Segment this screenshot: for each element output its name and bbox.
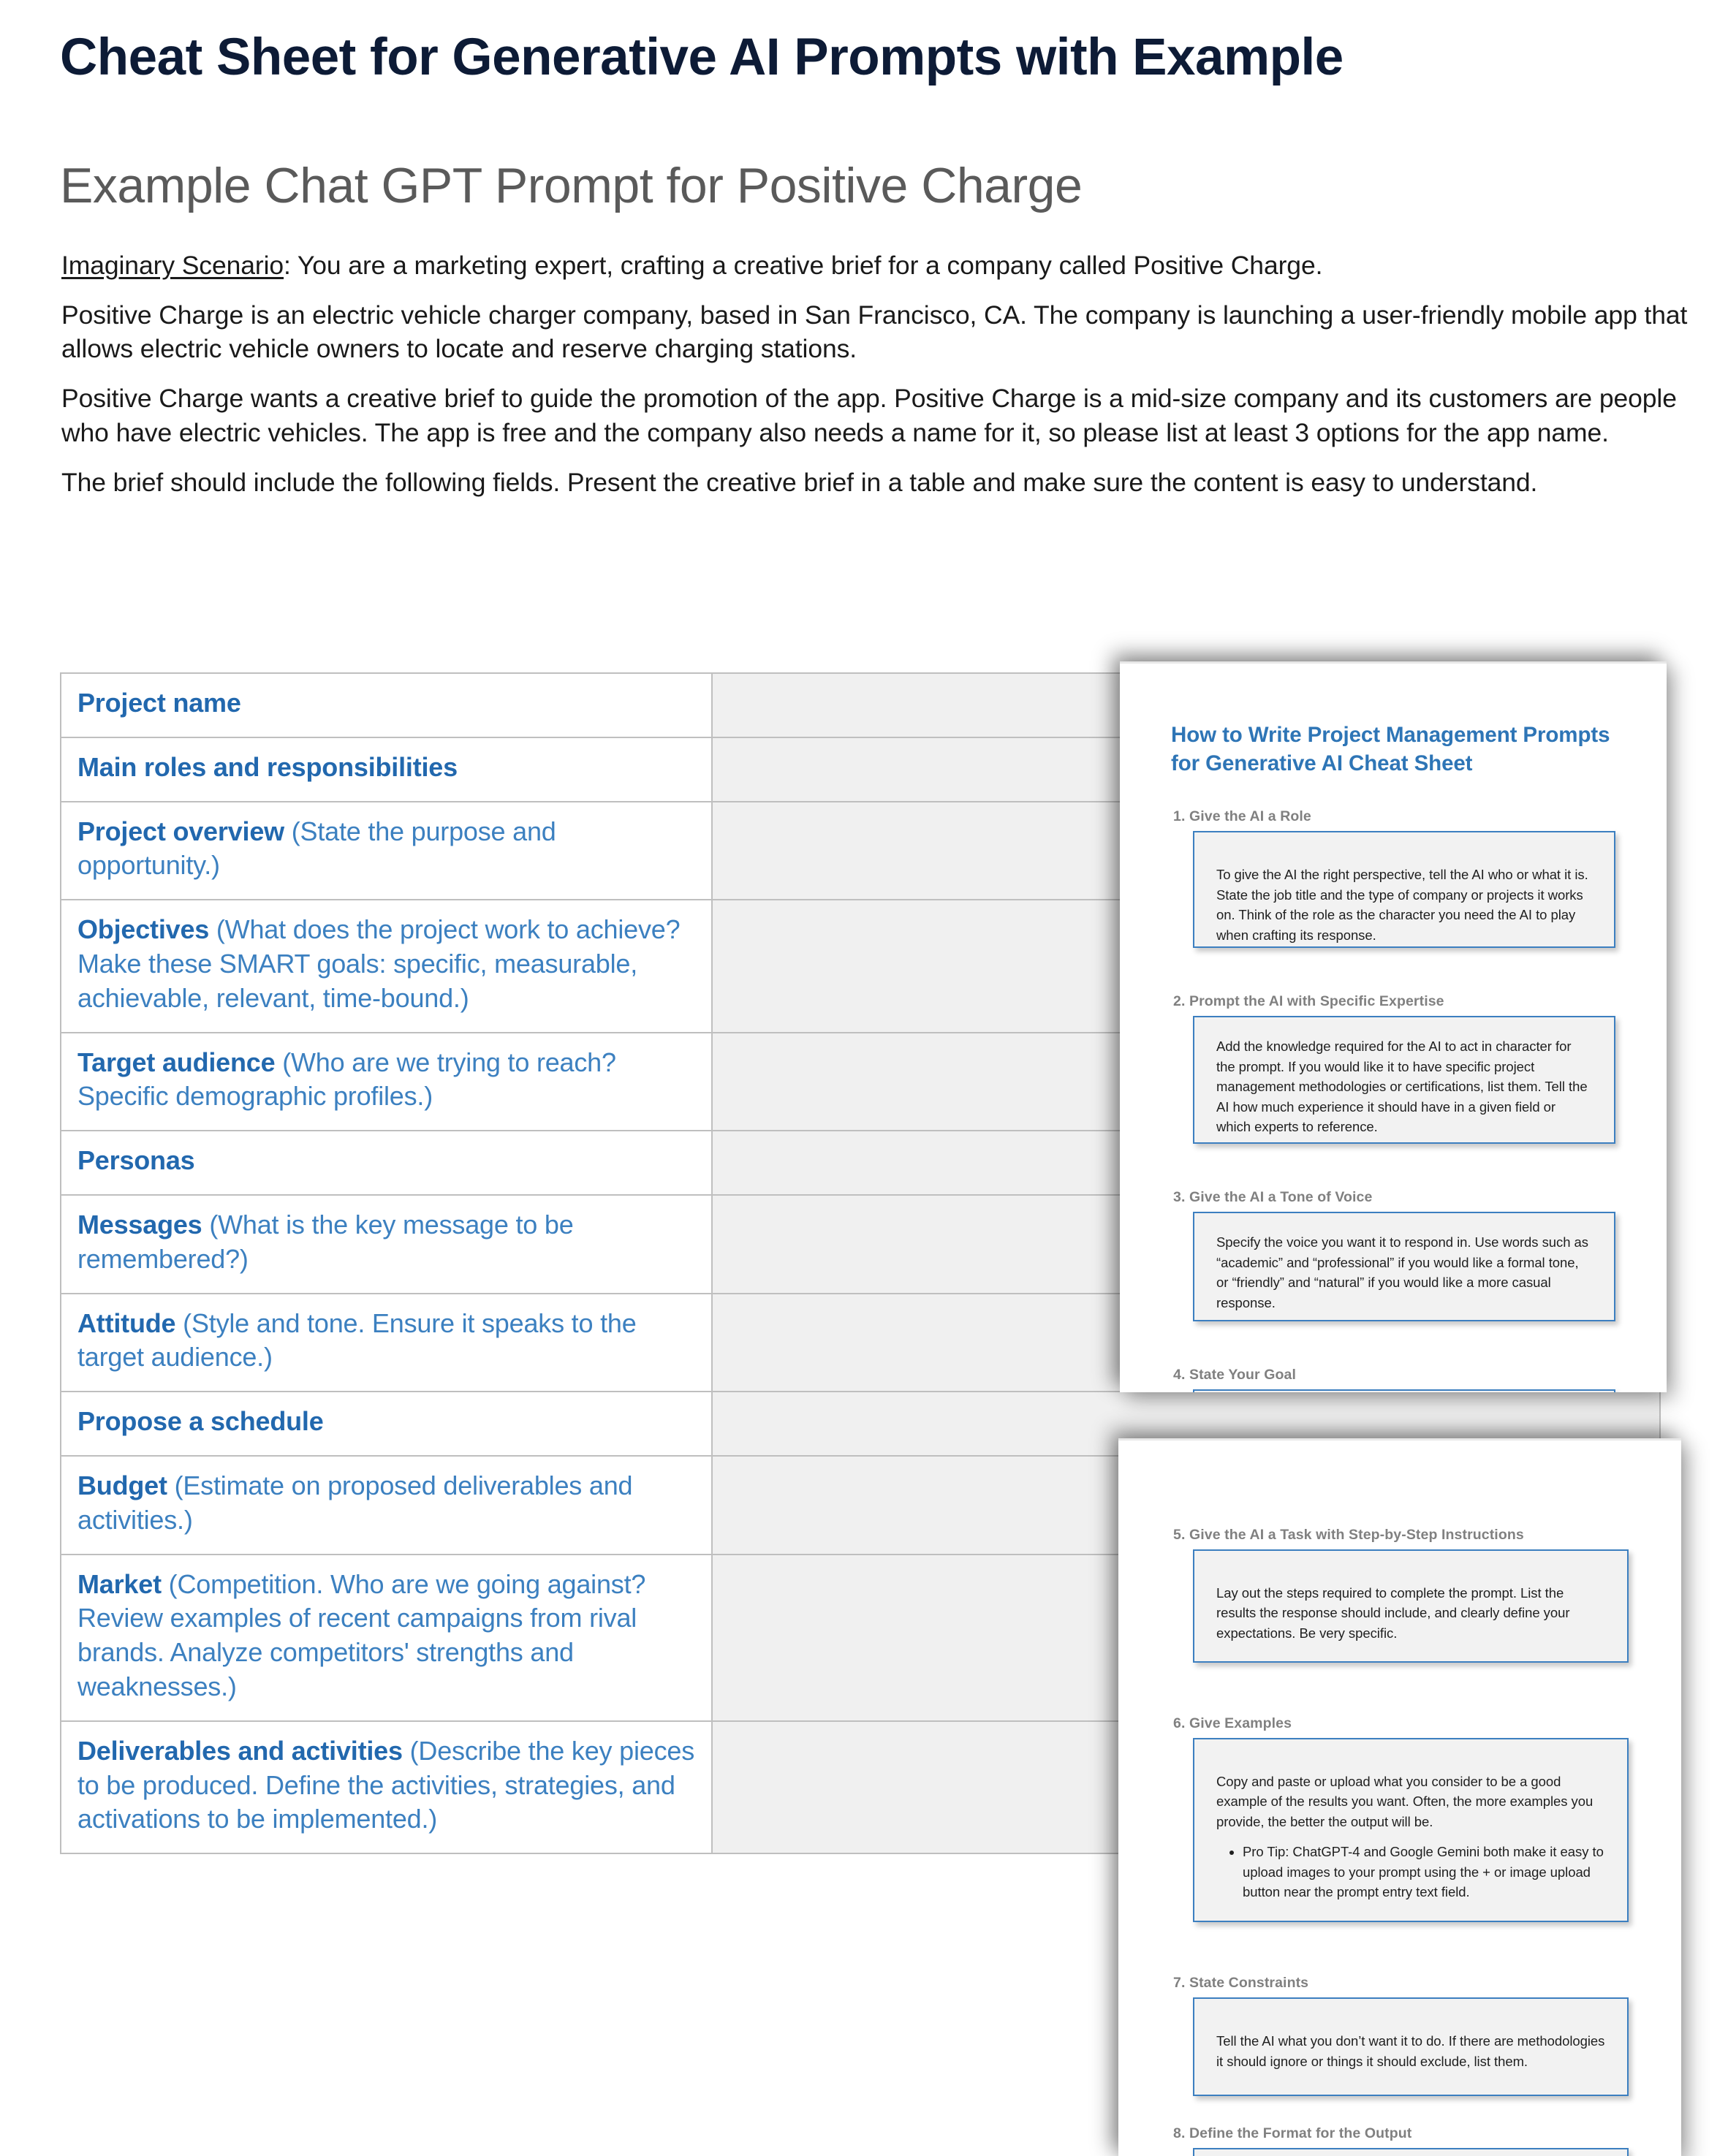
intro-section: Imaginary Scenario: You are a marketing … <box>61 248 1721 499</box>
prompt-step-heading: 8. Define the Format for the Output <box>1173 2125 1412 2142</box>
prompt-step-7: 7. State Constraints Tell the AI what yo… <box>1171 1975 1629 2097</box>
prompt-step-body: Add the knowledge required for the AI to… <box>1216 1039 1588 1134</box>
brief-field-name: Messages <box>77 1209 202 1240</box>
brief-field-label-cell: Project overview (State the purpose and … <box>60 800 713 901</box>
prompt-step-box: Provide very specific details about the … <box>1193 2148 1629 2156</box>
prompt-step-body: Copy and paste or upload what you consid… <box>1216 1774 1594 1829</box>
prompt-step-4: 4. State Your Goal State the ultimate go… <box>1171 1367 1615 1392</box>
brief-field: Propose a schedule <box>77 1405 695 1439</box>
brief-field-name: Objectives <box>77 914 210 945</box>
prompt-step-5: 5. Give the AI a Task with Step-by-Step … <box>1171 1527 1629 1663</box>
intro-paragraph-2: Positive Charge is an electric vehicle c… <box>61 300 1688 364</box>
cheat-sheet-card-two[interactable]: 5. Give the AI a Task with Step-by-Step … <box>1118 1438 1681 2156</box>
brief-field-name: Propose a schedule <box>77 1406 324 1437</box>
brief-field: Personas <box>77 1144 695 1178</box>
prompt-step-heading: 4. State Your Goal <box>1173 1367 1296 1383</box>
brief-field: Deliverables and activities (Describe th… <box>77 1734 695 1837</box>
brief-field-name: Project overview <box>77 816 284 846</box>
brief-field-name: Project name <box>77 688 241 718</box>
brief-field-name: Main roles and responsibilities <box>77 751 458 782</box>
brief-field-label-cell: Messages (What is the key message to be … <box>60 1193 713 1294</box>
prompt-step-box: Specify the voice you want it to respond… <box>1193 1212 1615 1322</box>
prompt-step-1: 1. Give the AI a Role To give the AI the… <box>1171 808 1615 949</box>
prompt-step-8: 8. Define the Format for the Output Prov… <box>1171 2125 1629 2156</box>
brief-field-label-cell: Personas <box>60 1130 713 1196</box>
prompt-step-body: To give the AI the right perspective, te… <box>1216 867 1588 943</box>
prompt-step-body: Tell the AI what you don’t want it to do… <box>1216 2033 1605 2069</box>
page-subtitle: Example Chat GPT Prompt for Positive Cha… <box>60 158 1083 213</box>
brief-field: Main roles and responsibilities <box>77 751 695 785</box>
brief-field-label-cell: Project name <box>60 672 713 738</box>
prompt-step-box: State the ultimate goal of the response.… <box>1193 1389 1615 1392</box>
cheat-sheet-page: Cheat Sheet for Generative AI Prompts wi… <box>0 0 1728 2156</box>
prompt-step-body: Specify the voice you want it to respond… <box>1216 1234 1588 1310</box>
prompt-step-2: 2. Prompt the AI with Specific Expertise… <box>1171 993 1615 1145</box>
brief-field-name: Budget <box>77 1470 167 1500</box>
brief-field-label-cell: Objectives (What does the project work t… <box>60 899 713 1033</box>
prompt-step-bullet-list: Pro Tip: ChatGPT-4 and Google Gemini bot… <box>1216 1842 1607 1902</box>
prompt-step-box: Copy and paste or upload what you consid… <box>1193 1738 1629 1923</box>
scenario-text: : You are a marketing expert, crafting a… <box>284 251 1323 280</box>
brief-field: Messages (What is the key message to be … <box>77 1208 695 1277</box>
prompt-step-heading: 3. Give the AI a Tone of Voice <box>1173 1189 1373 1206</box>
page-title: Cheat Sheet for Generative AI Prompts wi… <box>60 29 1344 86</box>
brief-field: Target audience (Who are we trying to re… <box>77 1046 695 1115</box>
brief-field: Budget (Estimate on proposed deliverable… <box>77 1469 695 1538</box>
prompt-step-heading: 1. Give the AI a Role <box>1173 808 1311 825</box>
brief-field-label-cell: Target audience (Who are we trying to re… <box>60 1031 713 1132</box>
brief-field-name: Deliverables and activities <box>77 1735 403 1766</box>
brief-field-name: Target audience <box>77 1047 276 1077</box>
cheat-sheet-card-one[interactable]: How to Write Project Management Prompts … <box>1120 661 1667 1392</box>
prompt-step-heading: 5. Give the AI a Task with Step-by-Step … <box>1173 1527 1524 1543</box>
brief-field-name: Personas <box>77 1145 195 1176</box>
intro-scenario-paragraph: Imaginary Scenario: You are a marketing … <box>61 248 1721 282</box>
brief-field-label-cell: Main roles and responsibilities <box>60 736 713 802</box>
prompt-step-heading: 7. State Constraints <box>1173 1975 1309 1992</box>
brief-field-label-cell: Attitude (Style and tone. Ensure it spea… <box>60 1292 713 1393</box>
brief-field: Market (Competition. Who are we going ag… <box>77 1568 695 1704</box>
prompt-step-6: 6. Give Examples Copy and paste or uploa… <box>1171 1715 1629 1923</box>
brief-field: Objectives (What does the project work t… <box>77 913 695 1015</box>
prompt-step-heading: 6. Give Examples <box>1173 1715 1292 1731</box>
prompt-step-3: 3. Give the AI a Tone of Voice Specify t… <box>1171 1189 1615 1322</box>
brief-field-name: Market <box>77 1568 162 1599</box>
scenario-label: Imaginary Scenario <box>61 251 284 280</box>
brief-field-label-cell: Propose a schedule <box>60 1391 713 1457</box>
brief-field-hint: (Competition. Who are we going against? … <box>77 1568 646 1701</box>
brief-field: Project overview (State the purpose and … <box>77 815 695 884</box>
brief-field-label-cell: Deliverables and activities (Describe th… <box>60 1720 713 1855</box>
prompt-step-box: To give the AI the right perspective, te… <box>1193 831 1615 949</box>
prompt-step-heading: 2. Prompt the AI with Specific Expertise <box>1173 993 1444 1010</box>
prompt-step-box: Tell the AI what you don’t want it to do… <box>1193 1997 1629 2097</box>
prompt-step-box: Add the knowledge required for the AI to… <box>1193 1016 1615 1145</box>
intro-paragraph-4: The brief should include the following f… <box>61 467 1538 497</box>
cheat-sheet-card-title: How to Write Project Management Prompts … <box>1171 723 1610 776</box>
intro-paragraph-3: Positive Charge wants a creative brief t… <box>61 384 1677 447</box>
list-item: Pro Tip: ChatGPT-4 and Google Gemini bot… <box>1243 1842 1607 1902</box>
brief-field-name: Attitude <box>77 1307 176 1338</box>
brief-field-label-cell: Market (Competition. Who are we going ag… <box>60 1553 713 1722</box>
prompt-step-body: Lay out the steps required to complete t… <box>1216 1585 1570 1641</box>
brief-field: Project name <box>77 686 695 721</box>
brief-field: Attitude (Style and tone. Ensure it spea… <box>77 1307 695 1375</box>
prompt-step-box: Lay out the steps required to complete t… <box>1193 1549 1629 1663</box>
brief-field-label-cell: Budget (Estimate on proposed deliverable… <box>60 1454 713 1555</box>
